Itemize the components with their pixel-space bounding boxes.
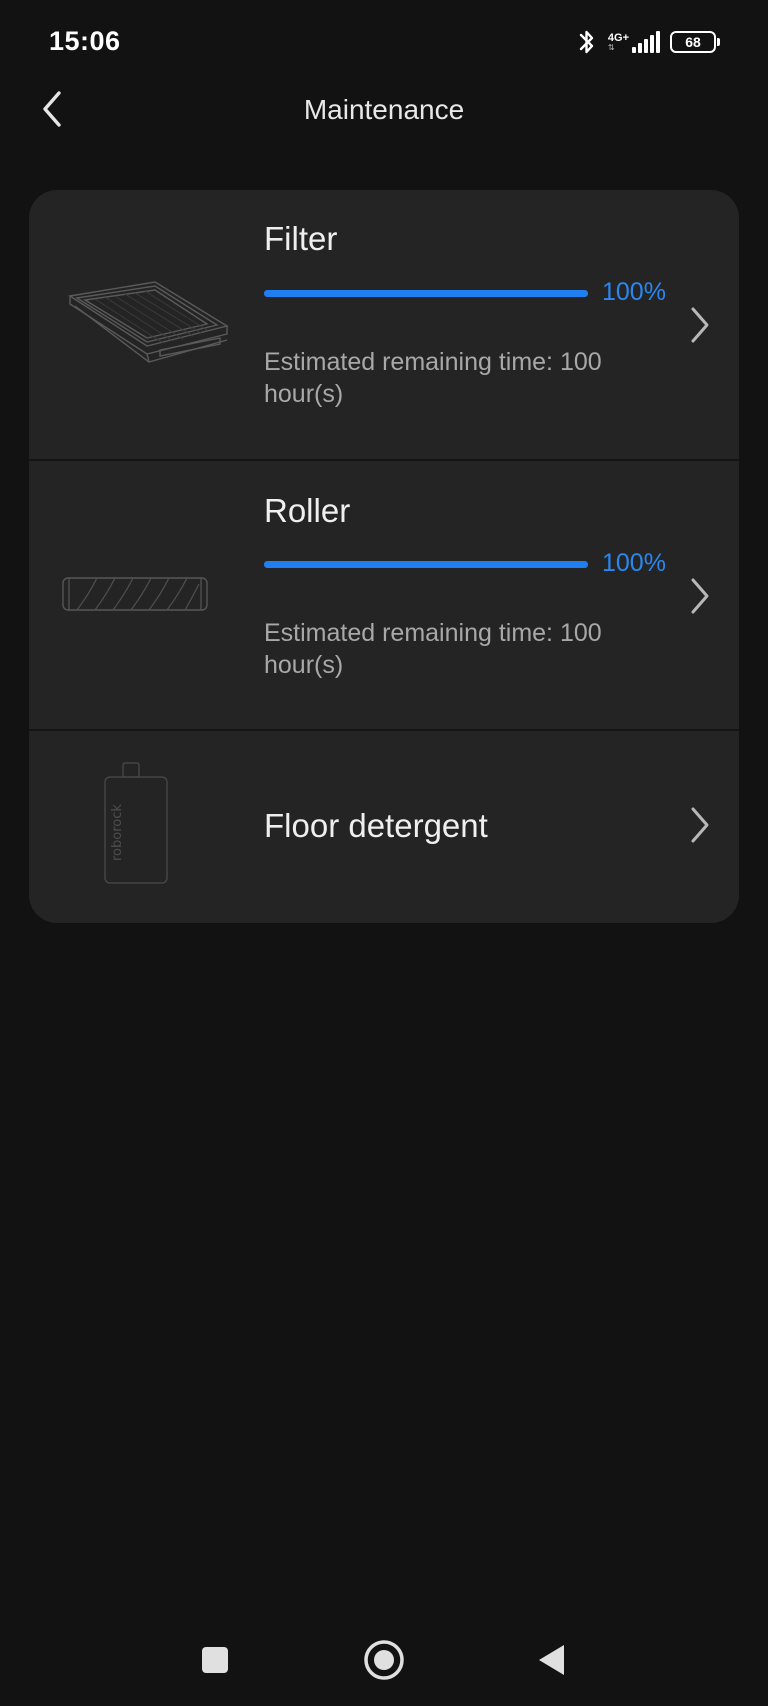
filter-progress-bar [264, 290, 588, 297]
recents-square-icon [202, 1647, 228, 1673]
detergent-bottle-icon: roborock [104, 762, 168, 884]
filter-progress-fill [264, 290, 588, 297]
maintenance-card: Filter 100% Estimated remaining time: 10… [29, 190, 739, 923]
roller-progress-fill [264, 561, 588, 568]
chevron-right-icon [691, 307, 709, 343]
roller-title: Roller [264, 492, 351, 529]
home-button[interactable] [362, 1638, 406, 1682]
battery-icon: 68 [670, 31, 720, 53]
roller-progress-label: 100% [602, 549, 666, 577]
roller-item[interactable]: Roller 100% Estimated remaining time: 10… [29, 460, 739, 729]
status-icons: 4G+ ⇅ 68 [576, 26, 720, 58]
filter-remaining-time: Estimated remaining time: 100 hour(s) [264, 348, 602, 408]
filter-icon [68, 281, 229, 363]
page-title: Maintenance [303, 94, 465, 125]
nav-back-button[interactable] [537, 1643, 567, 1677]
network-type: 4G+ [607, 32, 629, 44]
status-time: 15:06 [49, 26, 121, 56]
header: Maintenance [0, 84, 768, 174]
back-triangle-icon [539, 1645, 564, 1675]
network-indicator: 4G+ ⇅ [608, 31, 660, 53]
roller-progress-bar [264, 561, 588, 568]
filter-progress-label: 100% [602, 278, 666, 306]
network-arrows: ⇅ [607, 43, 615, 52]
roller-brush-icon [62, 577, 208, 611]
floor-detergent-item[interactable]: roborock Floor detergent [29, 731, 739, 923]
filter-item[interactable]: Filter 100% Estimated remaining time: 10… [29, 190, 739, 459]
chevron-right-icon [691, 807, 709, 843]
recents-button[interactable] [200, 1645, 230, 1675]
battery-level: 68 [685, 34, 701, 50]
status-bar: 15:06 4G+ ⇅ 68 [0, 0, 768, 84]
chevron-right-icon [691, 578, 709, 614]
floor-detergent-title: Floor detergent [264, 807, 488, 844]
home-circle-icon [364, 1640, 404, 1680]
maintenance-screen: 15:06 4G+ ⇅ 68 Maintenance Filter 100% E… [0, 0, 768, 1706]
bluetooth-icon [579, 30, 594, 54]
filter-title: Filter [264, 220, 338, 257]
detergent-brand-text: roborock [110, 804, 125, 861]
roller-remaining-time: Estimated remaining time: 100 hour(s) [264, 619, 602, 679]
signal-icon [632, 31, 660, 53]
